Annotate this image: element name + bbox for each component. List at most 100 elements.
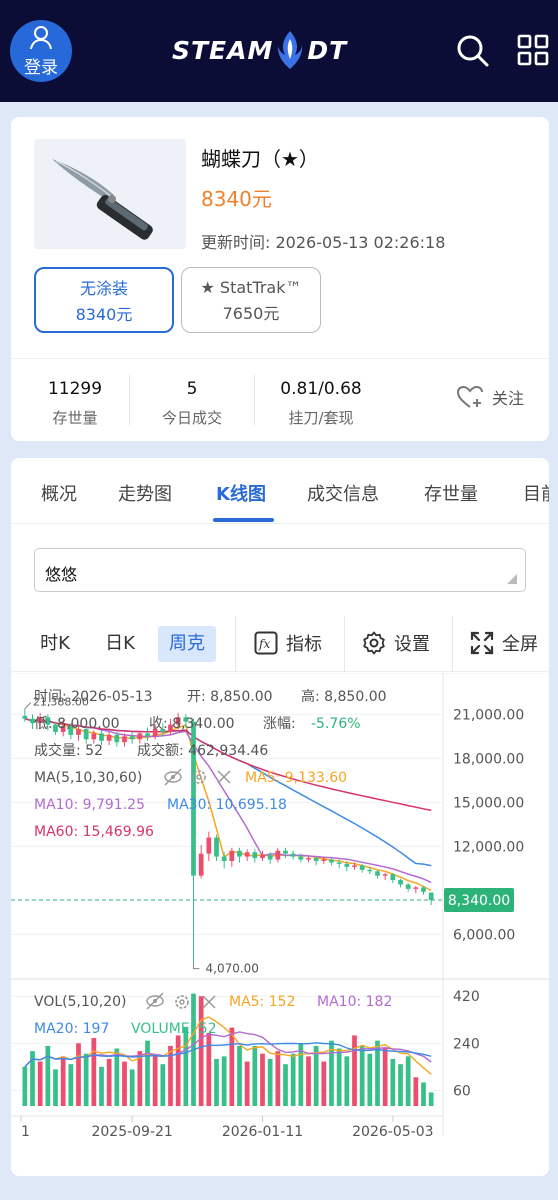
candle-body: [359, 865, 365, 870]
heart-plus-icon: [456, 385, 483, 408]
tab-overview[interactable]: 概况: [41, 480, 77, 506]
tab-trades[interactable]: 成交信息: [307, 480, 379, 506]
candle-body: [382, 874, 388, 876]
candle-body: [421, 887, 426, 892]
tab-kline[interactable]: K线图: [216, 480, 266, 506]
stat-label: 今日成交: [161, 409, 222, 427]
volume-bar: [252, 1045, 258, 1106]
settings-button[interactable]: 设置: [362, 630, 430, 656]
indicator-label: 指标: [286, 634, 322, 655]
stat-label: 存世量: [52, 409, 98, 427]
volume-bar: [398, 1064, 403, 1106]
last-price-marker: 8,340.00: [11, 888, 514, 913]
close-icon[interactable]: [217, 770, 231, 784]
tab-trend[interactable]: 走势图: [118, 480, 172, 506]
kline-chart[interactable]: 21,000.00 18,000.00 15,000.00 12,000.00 6,00…: [11, 673, 549, 1176]
volume-bar: [99, 1066, 104, 1106]
price-tick-label: 18,000.00: [453, 751, 524, 767]
divider: [452, 616, 453, 672]
variant-label: 无涂装: [79, 279, 128, 298]
volume-bar: [198, 996, 204, 1106]
search-icon[interactable]: [456, 34, 490, 68]
ma-title: MA(5,10,30,60): [34, 770, 142, 786]
volume-bar: [76, 1043, 81, 1106]
eye-icon[interactable]: [164, 768, 182, 786]
price-tick-label: 12,000.00: [453, 839, 524, 855]
fx-icon: fx: [254, 631, 278, 655]
stat-value: 11299: [47, 379, 103, 399]
time-tick-label: 2026-01-11: [222, 1124, 303, 1140]
volume-legend: VOL(5,10,20) MA5: 152 MA10: 182 MA20: 19…: [34, 992, 392, 1037]
close-icon[interactable]: [202, 995, 216, 1009]
gear-icon[interactable]: [175, 995, 189, 1009]
candle-body: [122, 736, 127, 743]
tab-supply[interactable]: 存世量: [424, 480, 478, 506]
period-hour-button[interactable]: 时K: [31, 626, 79, 662]
tab-current[interactable]: 目前: [523, 480, 549, 506]
follow-label: 关注: [492, 389, 525, 408]
volume-bar: [313, 1045, 319, 1106]
volume-bar: [214, 1058, 219, 1106]
ma5-value: MA5: 9,133.60: [245, 770, 347, 786]
site-logo[interactable]: STEAM DT: [172, 30, 347, 70]
fullscreen-icon: [470, 631, 494, 655]
volume-bar: [375, 1040, 380, 1106]
candle-body: [375, 871, 380, 876]
candle-body: [367, 869, 373, 872]
candle-body: [352, 865, 357, 867]
volume-bar: [298, 1043, 304, 1106]
candle-body: [306, 858, 311, 860]
info-close: 收: 8,340.00: [149, 716, 235, 732]
item-price: 8340元: [201, 187, 272, 211]
volume-bar: [290, 1053, 296, 1106]
volume-bar: [390, 1058, 396, 1106]
platform-select[interactable]: 悠悠: [34, 548, 526, 592]
volume-bar: [53, 1069, 58, 1106]
ma10-value: MA10: 9,791.25: [34, 797, 145, 813]
candle-body: [252, 852, 258, 859]
variant-stattrak-button[interactable]: ★ StatTrak™ 7650元: [181, 267, 321, 333]
volume-bar: [37, 1061, 43, 1106]
follow-button[interactable]: 关注: [456, 385, 524, 409]
stat-supply: 11299 存世量: [33, 379, 117, 428]
candle-body: [260, 855, 265, 859]
candle-body: [214, 837, 219, 857]
volume-bar: [382, 1048, 388, 1106]
vol-title: VOL(5,10,20): [34, 994, 127, 1010]
volume-bar: [45, 1045, 51, 1106]
candle-body: [198, 853, 204, 876]
period-day-button[interactable]: 日K: [95, 626, 145, 662]
ma30-value: MA30: 10,695.18: [167, 797, 287, 813]
platform-select-value: 悠悠: [45, 565, 78, 584]
volume-bar: [145, 1040, 150, 1106]
eye-icon[interactable]: [146, 992, 164, 1010]
time-tick-label: 2026-05-03: [352, 1124, 433, 1140]
info-change-label: 涨幅:: [263, 716, 296, 732]
info-high: 高: 8,850.00: [301, 688, 387, 705]
candle-body: [114, 734, 120, 743]
volume-tick-label: 240: [453, 1036, 480, 1052]
volume-bar: [175, 1035, 181, 1106]
volume-bar: [405, 1056, 411, 1106]
fullscreen-button[interactable]: 全屏: [470, 630, 538, 656]
item-card: 蝴蝶刀（★） 8340元 更新时间: 2026-05-13 02:26:18 无…: [11, 117, 549, 441]
time-tick-label: 2025-09-21: [91, 1124, 172, 1140]
indicator-button[interactable]: fx 指标: [254, 630, 322, 656]
gear-icon: [363, 631, 385, 655]
grid-icon[interactable]: [517, 34, 549, 66]
volume-bar: [413, 1077, 419, 1106]
price-tick-label: 6,000.00: [453, 927, 515, 943]
candle-body: [244, 852, 250, 857]
candle-body: [91, 733, 97, 740]
volume-tick-label: 420: [453, 989, 480, 1005]
volume-bar: [160, 1064, 166, 1106]
period-week-button[interactable]: 周克: [158, 626, 216, 662]
login-button[interactable]: 登录: [10, 20, 72, 82]
volume-bar: [359, 1045, 365, 1106]
candle-body: [145, 733, 150, 737]
volume-bar: [68, 1064, 74, 1106]
variant-vanilla-button[interactable]: 无涂装 8340元: [34, 267, 174, 333]
candle-body: [283, 850, 288, 854]
ma-legend: MA(5,10,30,60) MA5: 9,133.60 MA10: 9,791…: [34, 768, 347, 840]
variant-label: ★ StatTrak™: [200, 278, 302, 297]
